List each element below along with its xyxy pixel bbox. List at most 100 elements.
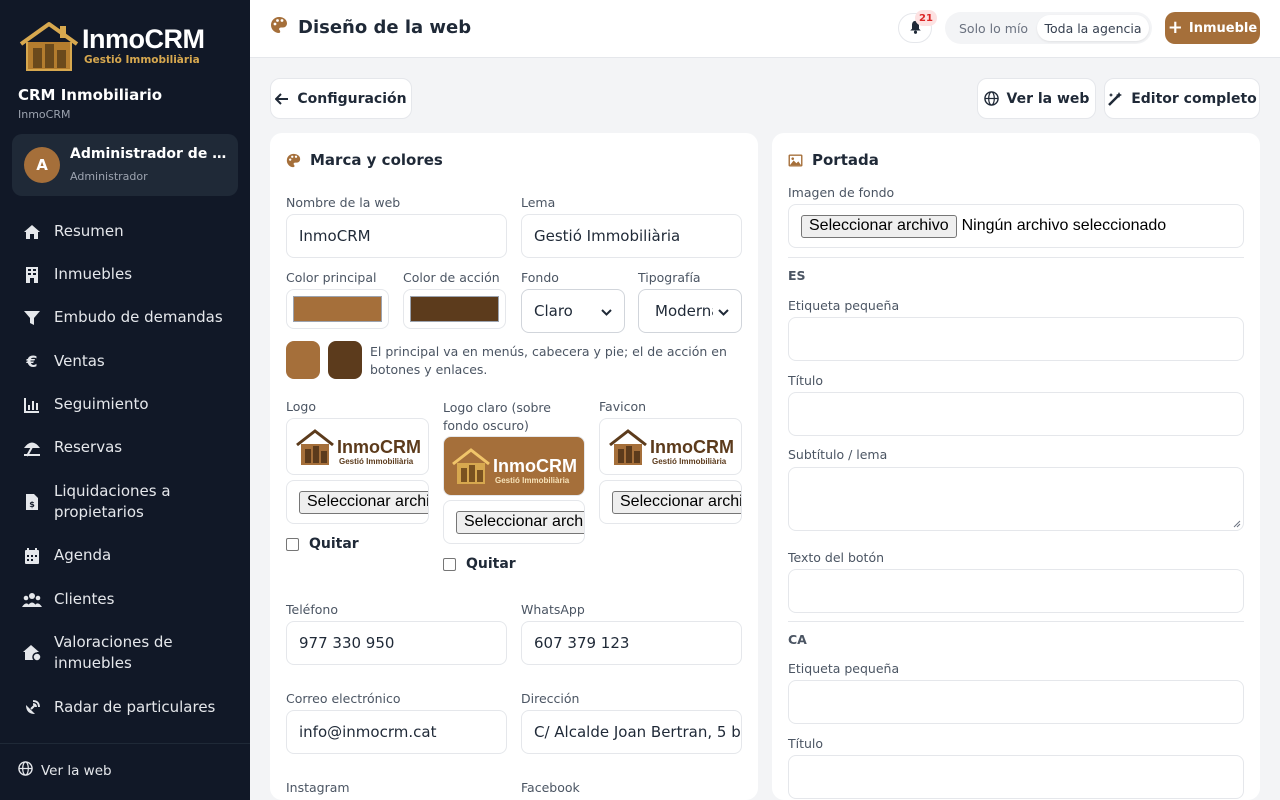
- es-title-input[interactable]: [788, 392, 1244, 436]
- logo-light-image: InmoCRM Gestió Immobiliària: [452, 448, 577, 485]
- back-button[interactable]: Configuración: [270, 78, 412, 119]
- svg-text:InmoCRM: InmoCRM: [337, 437, 421, 457]
- sidebar-item-label: Inmuebles: [54, 265, 133, 283]
- logo-remove-label: Quitar: [309, 536, 359, 552]
- house-valuation-icon: [22, 643, 42, 663]
- plus-icon: +: [1167, 17, 1183, 38]
- sidebar-item-ventas[interactable]: € Ventas: [0, 351, 250, 372]
- es-small-label-input[interactable]: [788, 317, 1244, 361]
- hero-card-title: Portada: [788, 151, 879, 169]
- logo-light-file-input[interactable]: Seleccionar archivo: [443, 500, 585, 544]
- email-input[interactable]: info@inmocrm.cat: [286, 710, 507, 754]
- sidebar-item-label: Agenda: [54, 546, 112, 564]
- divider: [788, 621, 1244, 622]
- action-color-picker[interactable]: [403, 289, 506, 329]
- logo-remove-checkbox[interactable]: Quitar: [286, 536, 359, 552]
- chart-icon: [22, 395, 42, 415]
- bg-image-file-input[interactable]: Seleccionar archivo Ningún archivo selec…: [788, 204, 1244, 248]
- whatsapp-input[interactable]: 607 379 123: [521, 621, 742, 665]
- primary-color-picker[interactable]: [286, 289, 389, 329]
- umbrella-icon: [22, 438, 42, 458]
- sidebar-item-radar[interactable]: Radar de particulares: [0, 697, 250, 718]
- crm-subtitle: InmoCRM: [18, 108, 71, 121]
- building-icon: [22, 265, 42, 285]
- favicon-file-button[interactable]: Seleccionar archivo: [612, 490, 741, 514]
- arrow-left-icon: [275, 92, 289, 105]
- svg-text:Gestió Immobiliària: Gestió Immobiliària: [652, 457, 727, 466]
- checkbox-icon: [286, 537, 299, 551]
- view-site-link[interactable]: Ver la web: [18, 761, 112, 780]
- sidebar-item-liquidaciones[interactable]: $ Liquidaciones a propietarios: [0, 481, 250, 523]
- whatsapp-label: WhatsApp: [521, 602, 585, 617]
- sidebar-footer: Ver la web: [0, 743, 250, 800]
- address-input[interactable]: C/ Alcalde Joan Bertran, 5 baix: [521, 710, 742, 754]
- color-hint: El principal va en menús, cabecera y pie…: [370, 344, 727, 377]
- brand-logo[interactable]: InmoCRM Gestió Immobiliària: [18, 18, 205, 74]
- chevron-down-icon: [718, 302, 729, 320]
- logo-name: InmoCRM: [82, 24, 205, 55]
- view-site-button[interactable]: Ver la web: [977, 78, 1096, 119]
- logo-light-remove-label: Quitar: [466, 556, 516, 572]
- svg-text:Gestió Immobiliària: Gestió Immobiliària: [495, 476, 570, 485]
- logo-image: InmoCRM Gestió Immobiliària: [295, 428, 421, 466]
- svg-text:InmoCRM: InmoCRM: [493, 456, 577, 476]
- checkbox-icon: [443, 557, 456, 571]
- favicon-file-input[interactable]: Seleccionar archivo: [599, 480, 742, 524]
- funnel-icon: [22, 308, 42, 328]
- users-icon: [22, 590, 42, 610]
- euro-icon: €: [26, 352, 38, 371]
- logo-preview: InmoCRM Gestió Immobiliària: [286, 418, 429, 475]
- user-name: Administrador de De...: [70, 146, 230, 162]
- user-card[interactable]: A Administrador de De... Administrador: [12, 134, 238, 196]
- sidebar-item-valoraciones[interactable]: Valoraciones de inmuebles: [0, 632, 250, 674]
- es-small-label-label: Etiqueta pequeña: [788, 298, 900, 313]
- sidebar-item-clientes[interactable]: Clientes: [0, 589, 250, 610]
- site-name-input[interactable]: InmoCRM: [286, 214, 507, 258]
- logo-file-button[interactable]: Seleccionar archivo: [299, 490, 428, 514]
- full-editor-button[interactable]: Editor completo: [1104, 78, 1260, 119]
- hero-card: Portada Imagen de fondo Seleccionar arch…: [772, 133, 1260, 800]
- sidebar-item-embudo[interactable]: Embudo de demandas: [0, 307, 250, 328]
- primary-color-label: Color principal: [286, 270, 377, 285]
- scope-option-agency[interactable]: Toda la agencia: [1037, 15, 1149, 41]
- magic-wand-icon: [1107, 91, 1123, 107]
- avatar: A: [24, 147, 60, 183]
- tagline-input[interactable]: Gestió Immobiliària: [521, 214, 742, 258]
- sidebar-item-seguimiento[interactable]: Seguimiento: [0, 394, 250, 415]
- favicon-preview: InmoCRM Gestió Immobiliària: [599, 418, 742, 475]
- scope-option-mine[interactable]: Solo lo mío: [959, 21, 1028, 36]
- phone-input[interactable]: 977 330 950: [286, 621, 507, 665]
- sidebar-item-agenda[interactable]: Agenda: [0, 545, 250, 566]
- sidebar-item-label: Reservas: [54, 438, 123, 456]
- font-select[interactable]: Moderna: [638, 289, 742, 333]
- favicon-image: InmoCRM Gestió Immobiliària: [608, 428, 734, 466]
- address-label: Dirección: [521, 691, 580, 706]
- es-button-text-input[interactable]: [788, 569, 1244, 613]
- palette-icon: [270, 16, 288, 39]
- site-name-label: Nombre de la web: [286, 195, 401, 210]
- sidebar-item-reservas[interactable]: Reservas: [0, 437, 250, 458]
- es-subtitle-textarea[interactable]: [788, 467, 1244, 531]
- sidebar-item-inmuebles[interactable]: Inmuebles: [0, 264, 250, 285]
- logo-light-remove-checkbox[interactable]: Quitar: [443, 556, 516, 572]
- sidebar-item-label: Seguimiento: [54, 395, 149, 413]
- page-title-text: Diseño de la web: [298, 17, 472, 38]
- lang-es-heading: ES: [788, 268, 806, 283]
- sidebar-item-label: Valoraciones de inmuebles: [54, 633, 173, 672]
- image-icon: [788, 153, 803, 167]
- logo-file-input[interactable]: Seleccionar archivo: [286, 480, 429, 524]
- sidebar-item-label: Radar de particulares: [54, 698, 216, 716]
- bg-image-file-button[interactable]: Seleccionar archivo: [801, 214, 957, 238]
- logo-light-file-button[interactable]: Seleccionar archivo: [456, 510, 584, 534]
- sidebar-item-resumen[interactable]: Resumen: [0, 221, 250, 242]
- globe-icon: [983, 91, 999, 106]
- facebook-label: Facebook: [521, 780, 580, 795]
- sidebar-item-label: Clientes: [54, 590, 115, 608]
- add-property-button[interactable]: + Inmueble: [1165, 12, 1260, 44]
- es-subtitle-label: Subtítulo / lema: [788, 447, 888, 462]
- background-select[interactable]: Claro: [521, 289, 625, 333]
- ca-title-input[interactable]: [788, 755, 1244, 799]
- svg-text:InmoCRM: InmoCRM: [650, 437, 734, 457]
- ca-small-label-input[interactable]: [788, 680, 1244, 724]
- sidebar-item-label: Embudo de demandas: [54, 308, 223, 326]
